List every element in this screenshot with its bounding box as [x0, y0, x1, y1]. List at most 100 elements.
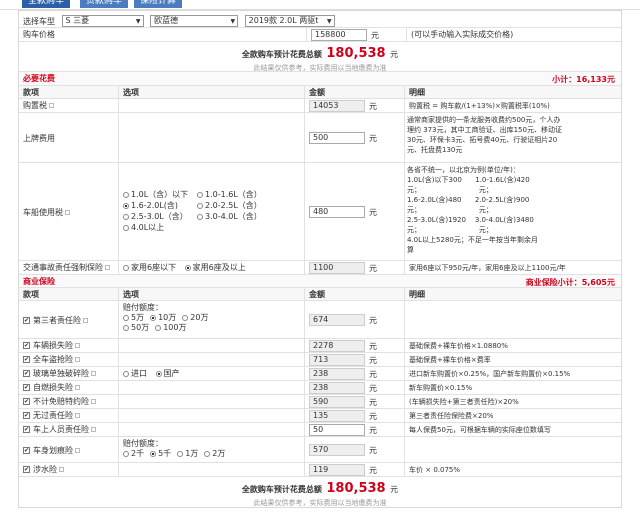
insurance-row: ✔ 不计免赔特约险 590 元 (车辆损失险+第三者责任险)×20% [19, 395, 621, 409]
radio-icon[interactable] [197, 202, 203, 209]
radio-icon[interactable] [123, 213, 129, 220]
water-input: 119 [309, 464, 365, 476]
vessel-tax-input[interactable]: 480 [309, 206, 365, 218]
brand-select[interactable]: S 三菱 [61, 15, 144, 27]
radio-icon[interactable] [177, 450, 184, 457]
radio-icon[interactable] [182, 314, 189, 321]
checkbox-icon[interactable]: ✔ [23, 384, 30, 391]
radio-icon[interactable] [197, 191, 203, 198]
checkbox-icon[interactable]: ✔ [23, 398, 30, 405]
col-header-amount: 金额 [305, 288, 405, 300]
compulsory-option-2[interactable]: 家用6座及以上 [184, 263, 246, 273]
vessel-option-2[interactable]: 1.0-1.6L（含） [197, 189, 262, 200]
radio-icon[interactable] [123, 450, 129, 457]
info-icon[interactable] [75, 413, 80, 418]
glass-option-2[interactable]: 国产 [155, 369, 180, 379]
third-party-option-4[interactable]: 50万 [123, 323, 149, 333]
info-icon[interactable] [75, 343, 80, 348]
vessel-option-1[interactable]: 1.0L（含）以下 [123, 189, 191, 200]
checkbox-icon[interactable]: ✔ [23, 356, 30, 363]
insurance-desc: 基础保费+裸车价格×1.0880% [409, 342, 508, 350]
registration-input[interactable]: 500 [309, 132, 365, 144]
price-input[interactable]: 158800 [311, 29, 367, 41]
third-party-option-1[interactable]: 5万 [123, 313, 144, 323]
scratch-option-1[interactable]: 2千 [123, 449, 144, 459]
registration-desc-line: 通常商家提供的一条龙服务收费约500元，个人办 [407, 116, 561, 124]
info-icon[interactable] [83, 318, 88, 323]
third-party-label: 第三者责任险 [33, 316, 81, 325]
radio-icon[interactable] [123, 370, 129, 377]
third-party-option-2[interactable]: 10万 [150, 313, 176, 323]
radio-selected-icon[interactable] [150, 314, 157, 321]
checkbox-icon[interactable]: ✔ [23, 447, 30, 454]
water-label: 涉水险 [33, 465, 57, 474]
radio-selected-icon[interactable] [155, 370, 162, 377]
checkbox-icon[interactable]: ✔ [23, 412, 30, 419]
model-select[interactable]: 2019款 2.0L 两驱t [244, 15, 335, 27]
radio-icon[interactable] [197, 213, 203, 220]
checkbox-icon[interactable]: ✔ [23, 342, 30, 349]
tab-loan[interactable]: 贷款购车 [80, 0, 129, 8]
compulsory-insurance-row: 交通事故责任强制保险 家用6座以下 家用6座及以上 1100 元 家用6座以下95… [19, 261, 621, 275]
insurance-unit: 元 [369, 383, 377, 393]
radio-icon[interactable] [123, 191, 129, 198]
vessel-desc-line: 1.6-2.0L(含)480 2.0-2.5L(含)900 [407, 196, 530, 204]
insurance-unit: 元 [369, 341, 377, 351]
total-bottom-unit: 元 [390, 485, 399, 494]
compulsory-option-label: 家用6座以下 [131, 263, 177, 272]
vessel-desc-line: 元； 元； [407, 206, 493, 214]
vessel-option-4[interactable]: 2.0-2.5L（含） [197, 200, 262, 211]
radio-selected-icon[interactable] [150, 450, 157, 457]
tab-full-payment[interactable]: 全款购车 [22, 0, 71, 8]
insurance-label: 不计免赔特约险 [33, 397, 89, 406]
info-icon[interactable] [75, 385, 80, 390]
tab-insurance[interactable]: 保险计算 [134, 0, 183, 8]
insurance-input[interactable]: 50 [309, 424, 365, 436]
insurance-unit: 元 [369, 411, 377, 421]
radio-icon[interactable] [155, 324, 162, 331]
radio-icon[interactable] [123, 224, 129, 231]
insurance-row: ✔ 玻璃单独破碎险 进口 国产 238 元 进口新车购置价×0.25%，国产新车购置… [19, 367, 621, 381]
scratch-option-4[interactable]: 2万 [204, 449, 225, 459]
radio-icon[interactable] [123, 264, 129, 271]
water-desc: 车价 × 0.075% [409, 466, 461, 474]
scratch-option-2[interactable]: 5千 [150, 449, 171, 459]
commercial-subtotal-label: 商业保险小计： [525, 278, 582, 287]
info-icon[interactable] [91, 427, 96, 432]
insurance-row: ✔ 自燃损失险 238 元 新车购置价×0.15% [19, 381, 621, 395]
radio-icon[interactable] [123, 324, 129, 331]
info-icon[interactable] [49, 103, 54, 108]
info-icon[interactable] [75, 357, 80, 362]
compulsory-option-1[interactable]: 家用6座以下 [123, 263, 176, 273]
insurance-input: 590 [309, 396, 365, 408]
commercial-header-row: 款项 选项 金额 明细 [19, 288, 621, 301]
vessel-option-7[interactable]: 4.0L以上 [123, 222, 164, 233]
mandatory-section-header: 必要花费 小计：16,133元 [19, 72, 621, 86]
vessel-option-6[interactable]: 3.0-4.0L（含） [197, 211, 262, 222]
third-party-option-3[interactable]: 20万 [182, 313, 208, 323]
compulsory-desc: 家用6座以下950元/年，家用6座及以上1100元/年 [409, 264, 566, 272]
vessel-option-3[interactable]: 1.6-2.0L(含) [123, 200, 191, 211]
checkbox-icon[interactable]: ✔ [23, 370, 30, 377]
info-icon[interactable] [59, 467, 64, 472]
series-select[interactable]: 欧蓝德 [150, 15, 239, 27]
radio-selected-icon[interactable] [123, 202, 129, 209]
third-party-option-5[interactable]: 100万 [155, 323, 186, 333]
vessel-option-5[interactable]: 2.5-3.0L（含） [123, 211, 191, 222]
mandatory-title: 必要花费 [23, 74, 55, 83]
col-header-amount: 金额 [305, 86, 405, 98]
info-icon[interactable] [91, 399, 96, 404]
purchase-tax-label: 购置税 [23, 101, 47, 110]
radio-icon[interactable] [123, 314, 129, 321]
info-icon[interactable] [91, 371, 96, 376]
radio-icon[interactable] [204, 450, 211, 457]
info-icon[interactable] [65, 210, 70, 215]
glass-option-1[interactable]: 进口 [123, 369, 147, 379]
checkbox-icon[interactable]: ✔ [23, 426, 30, 433]
radio-selected-icon[interactable] [184, 264, 191, 271]
info-icon[interactable] [105, 265, 110, 270]
info-icon[interactable] [75, 448, 80, 453]
scratch-option-3[interactable]: 1万 [177, 449, 198, 459]
checkbox-icon[interactable]: ✔ [23, 466, 30, 473]
checkbox-icon[interactable]: ✔ [23, 317, 30, 324]
